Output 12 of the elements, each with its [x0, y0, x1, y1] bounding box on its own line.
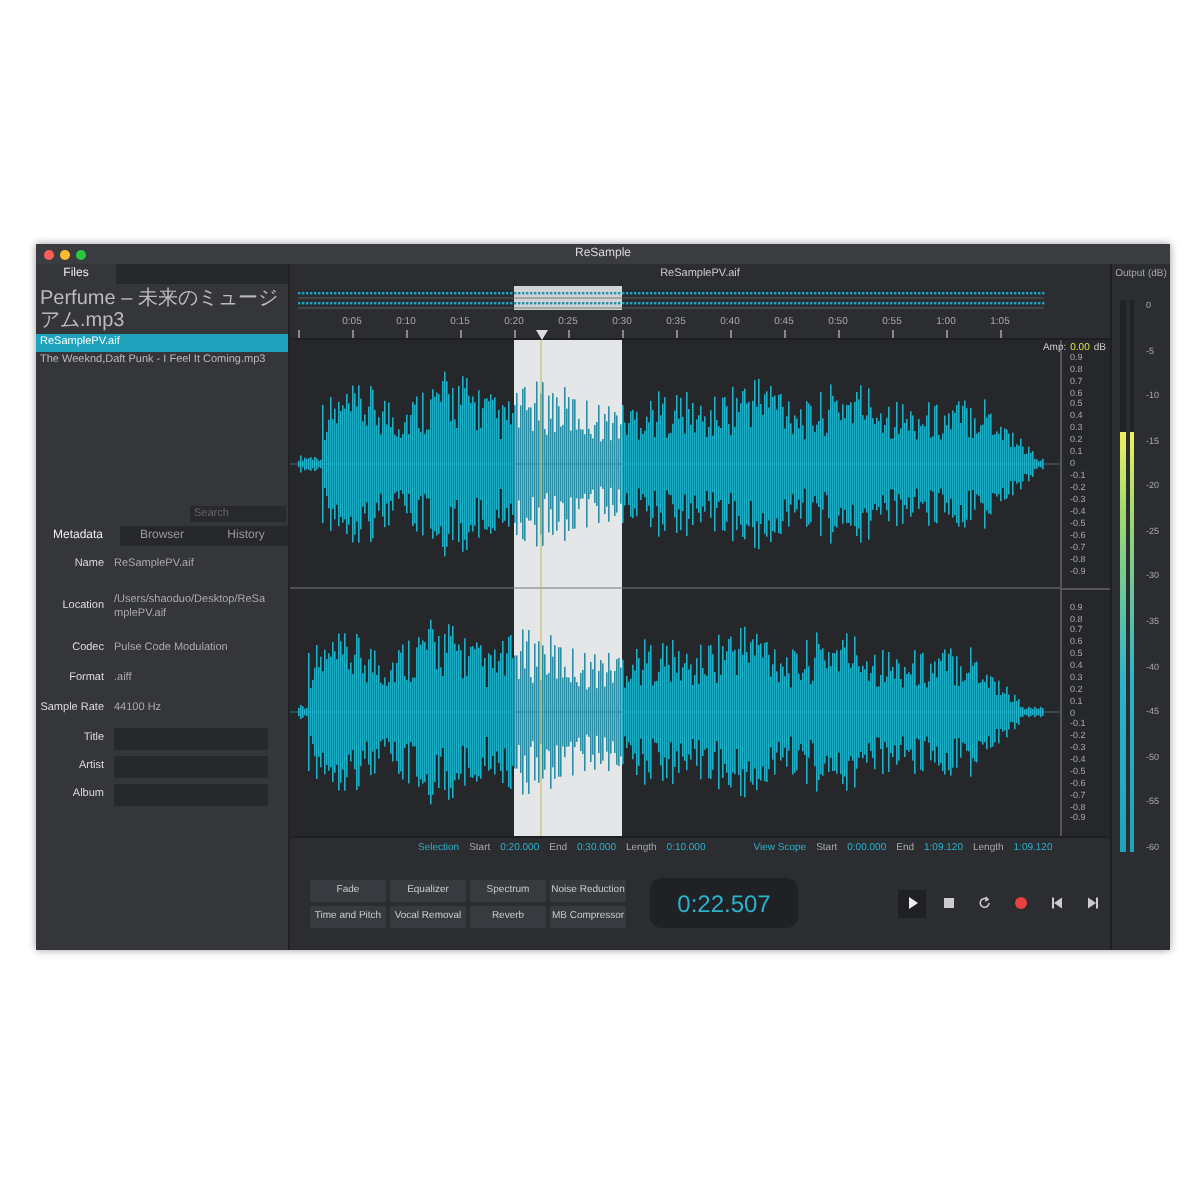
minimize-icon[interactable]: [60, 249, 70, 259]
maximize-icon[interactable]: [76, 249, 86, 259]
close-icon[interactable]: [44, 249, 54, 259]
stop-icon: [941, 896, 955, 911]
time-display: 0:22.507: [650, 878, 798, 929]
play-icon: [905, 896, 919, 911]
next-icon: [1085, 896, 1099, 911]
previous-icon: [1049, 896, 1063, 911]
loop-icon: [977, 896, 991, 911]
file-item[interactable]: Perfume – 未来のミュージアム.mp3: [36, 286, 288, 334]
play-button[interactable]: [898, 889, 926, 918]
record-icon: [1013, 896, 1027, 911]
